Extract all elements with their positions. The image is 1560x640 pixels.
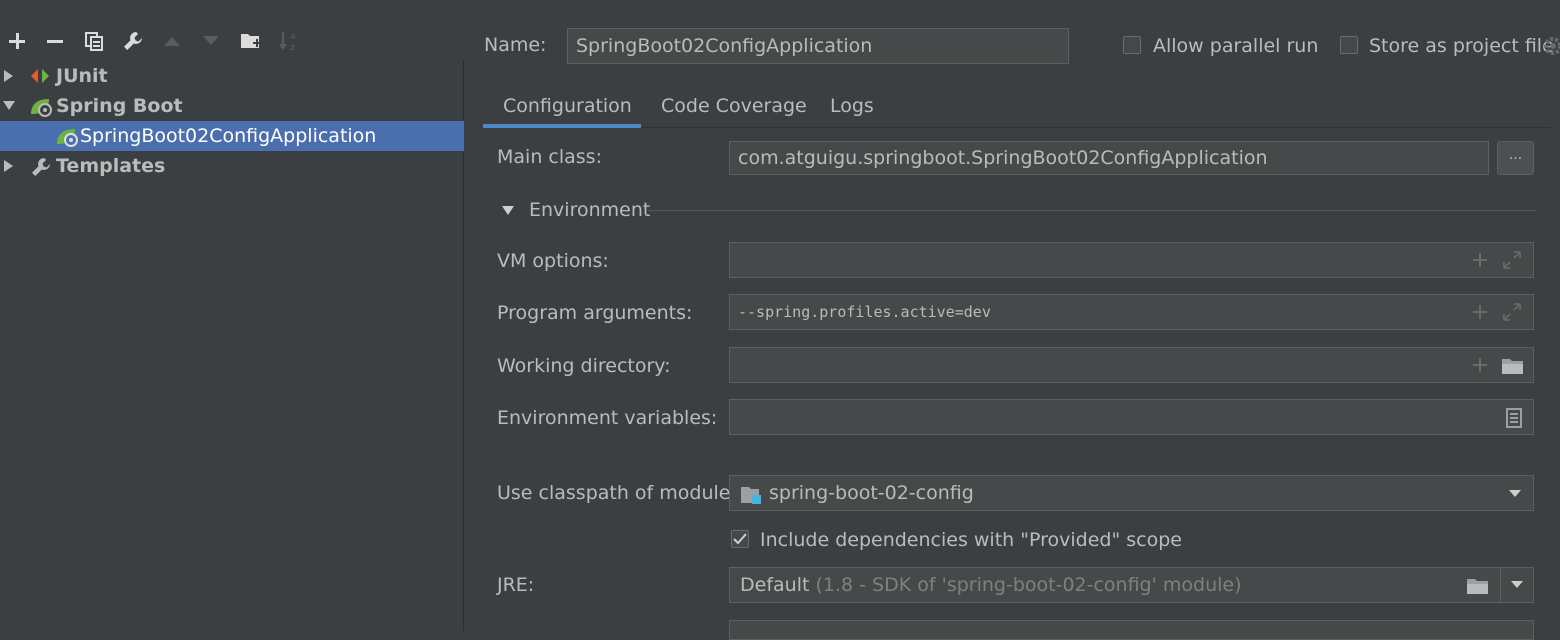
- expand-arrow-icon[interactable]: [4, 70, 13, 82]
- folder-icon[interactable]: [1466, 576, 1490, 596]
- tab-label: Code Coverage: [661, 95, 807, 117]
- jre-combobox[interactable]: Default (1.8 - SDK of 'spring-boot-02-co…: [729, 567, 1501, 603]
- classpath-module-value: spring-boot-02-config: [769, 482, 974, 504]
- jre-dropdown-button[interactable]: [1500, 567, 1534, 603]
- move-down-button[interactable]: [196, 22, 226, 60]
- plus-icon: [9, 33, 25, 49]
- sort-button[interactable]: az: [274, 22, 304, 60]
- program-args-value: --spring.profiles.active=dev: [738, 303, 991, 321]
- remove-button[interactable]: [40, 22, 70, 60]
- minus-icon: [47, 40, 63, 43]
- classpath-module-select[interactable]: spring-boot-02-config: [729, 475, 1534, 511]
- environment-divider: [648, 210, 1537, 211]
- jre-detail: (1.8 - SDK of 'spring-boot-02-config' mo…: [815, 574, 1242, 596]
- add-button[interactable]: [2, 22, 32, 60]
- vm-options-input[interactable]: [729, 242, 1534, 278]
- next-field-partial[interactable]: [729, 620, 1534, 640]
- browse-main-class-button[interactable]: ...: [1497, 141, 1534, 175]
- main-class-value: com.atguigu.springboot.SpringBoot02Confi…: [738, 147, 1268, 169]
- gear-icon[interactable]: [1543, 36, 1560, 56]
- run-config-tree: JUnit Spring Boot SpringBoot02ConfigAppl…: [0, 60, 464, 631]
- env-vars-label: Environment variables:: [497, 407, 718, 429]
- main-class-label: Main class:: [497, 146, 602, 168]
- env-vars-input[interactable]: [729, 399, 1534, 435]
- sort-alpha-icon: az: [279, 32, 296, 52]
- jre-value: Default: [740, 574, 810, 596]
- arrow-up-icon: [164, 37, 180, 46]
- store-project-checkbox[interactable]: [1340, 36, 1358, 54]
- tree-item-label: SpringBoot02ConfigApplication: [80, 125, 377, 147]
- main-class-input[interactable]: com.atguigu.springboot.SpringBoot02Confi…: [729, 141, 1489, 175]
- vm-options-label: VM options:: [497, 250, 609, 272]
- folder-add-button[interactable]: [236, 22, 266, 60]
- tab-configuration[interactable]: Configuration: [503, 84, 632, 128]
- folder-icon[interactable]: [1501, 356, 1525, 376]
- spring-boot-icon: [31, 99, 52, 117]
- svg-text:a: a: [290, 32, 296, 42]
- expand-icon[interactable]: [1502, 302, 1522, 322]
- include-deps-label: Include dependencies with "Provided" sco…: [760, 529, 1182, 551]
- wrench-icon: [124, 32, 142, 50]
- chevron-down-icon: [1509, 490, 1521, 497]
- tabs-divider: [483, 127, 1550, 128]
- collapse-arrow-icon[interactable]: [3, 101, 15, 110]
- working-dir-input[interactable]: [729, 347, 1534, 383]
- plus-icon[interactable]: [1472, 357, 1488, 373]
- tree-item-label: JUnit: [56, 65, 108, 87]
- tree-toolbar: az: [0, 22, 464, 60]
- spring-boot-app-icon: [57, 129, 78, 147]
- folder-add-icon: [241, 34, 261, 48]
- environment-label: Environment: [529, 199, 651, 221]
- classpath-label: Use classpath of module:: [497, 482, 737, 504]
- plus-icon[interactable]: [1472, 252, 1488, 268]
- tree-item-label: Templates: [56, 155, 166, 177]
- name-label: Name:: [484, 34, 547, 56]
- tab-label: Logs: [830, 95, 874, 117]
- include-deps-checkbox[interactable]: [731, 530, 749, 548]
- working-dir-label: Working directory:: [497, 355, 671, 377]
- name-input-value: SpringBoot02ConfigApplication: [576, 35, 873, 57]
- plus-icon[interactable]: [1472, 304, 1488, 320]
- checkmark-icon: [733, 533, 747, 545]
- tree-item-templates[interactable]: Templates: [0, 151, 464, 181]
- active-tab-indicator: [483, 124, 641, 128]
- environment-collapse-icon[interactable]: [502, 206, 514, 215]
- tree-item-spring-boot[interactable]: Spring Boot: [0, 91, 464, 121]
- allow-parallel-checkbox[interactable]: [1123, 36, 1141, 54]
- expand-arrow-icon[interactable]: [4, 160, 13, 172]
- expand-icon[interactable]: [1502, 250, 1522, 270]
- store-project-label: Store as project file: [1369, 35, 1554, 57]
- allow-parallel-label: Allow parallel run: [1153, 35, 1319, 57]
- move-up-button[interactable]: [157, 22, 187, 60]
- browse-label: ...: [1508, 147, 1523, 163]
- tree-item-springboot02configapplication[interactable]: SpringBoot02ConfigApplication: [0, 121, 464, 151]
- tree-item-junit[interactable]: JUnit: [0, 61, 464, 91]
- arrow-down-icon: [203, 36, 219, 45]
- tab-code-coverage[interactable]: Code Coverage: [661, 84, 807, 128]
- tab-label: Configuration: [503, 95, 632, 117]
- chevron-down-icon: [1511, 581, 1523, 588]
- tree-item-label: Spring Boot: [56, 95, 183, 117]
- junit-icon: [31, 69, 49, 83]
- svg-text:z: z: [290, 43, 295, 52]
- copy-button[interactable]: [79, 22, 109, 60]
- jre-value-row: Default (1.8 - SDK of 'spring-boot-02-co…: [740, 568, 1242, 602]
- module-icon: [741, 487, 761, 504]
- name-input[interactable]: SpringBoot02ConfigApplication: [567, 28, 1069, 64]
- wrench-icon: [32, 158, 50, 176]
- edit-defaults-button[interactable]: [118, 22, 148, 60]
- document-icon[interactable]: [1505, 407, 1523, 429]
- jre-label: JRE:: [497, 574, 535, 596]
- program-args-input[interactable]: --spring.profiles.active=dev: [729, 294, 1534, 330]
- program-args-label: Program arguments:: [497, 302, 693, 324]
- copy-icon: [85, 32, 103, 51]
- tab-logs[interactable]: Logs: [830, 84, 874, 128]
